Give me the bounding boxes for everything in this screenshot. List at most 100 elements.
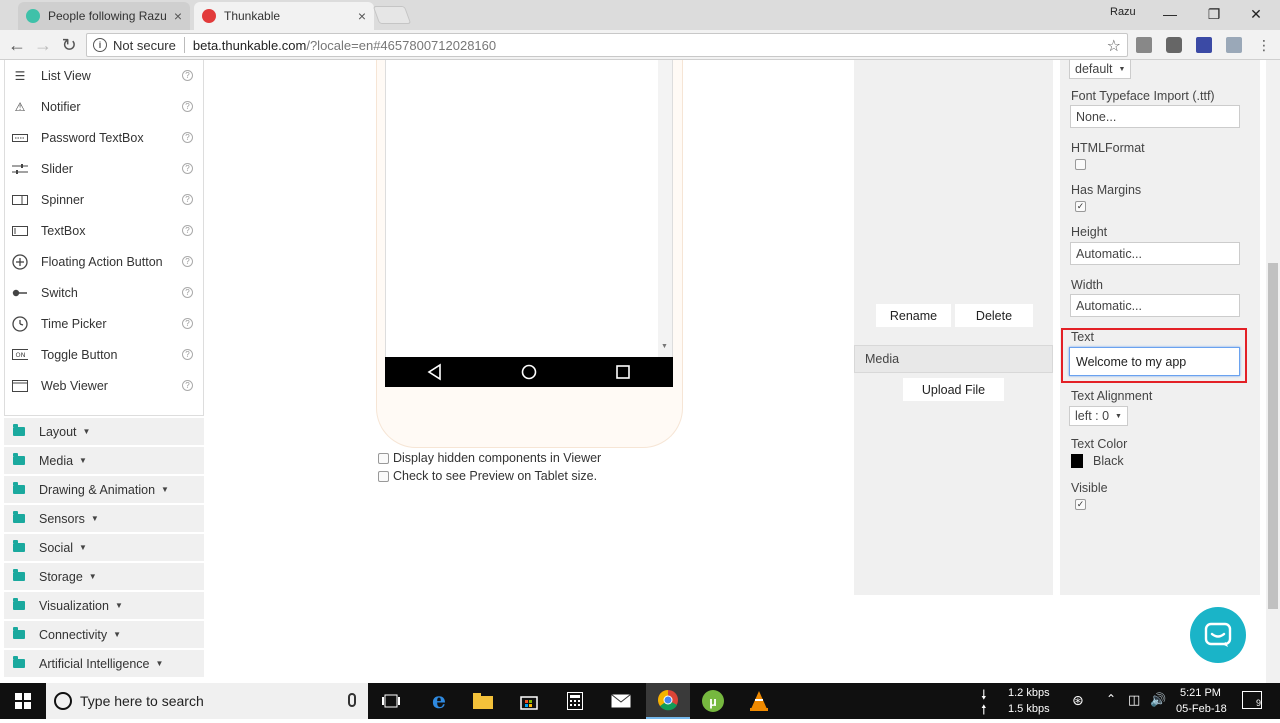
category-media[interactable]: Media ▼: [4, 447, 204, 475]
network-icon[interactable]: ◫: [1128, 692, 1140, 708]
palette-item-toggle-button[interactable]: ON Toggle Button ?: [5, 339, 203, 370]
palette-item-notifier[interactable]: ⚠ Notifier ?: [5, 91, 203, 122]
utorrent-icon[interactable]: µ: [696, 683, 730, 719]
bookmark-star-icon[interactable]: ☆: [1107, 36, 1121, 56]
calculator-icon[interactable]: [558, 683, 592, 719]
notification-count: 9: [1255, 698, 1261, 708]
profile-name[interactable]: Razu: [1110, 6, 1136, 18]
caret-down-icon: ▼: [161, 485, 169, 494]
help-icon[interactable]: ?: [182, 70, 193, 81]
category-artificial-intelligence[interactable]: Artificial Intelligence ▼: [4, 650, 204, 678]
page-scrollbar-thumb[interactable]: [1268, 263, 1278, 609]
help-icon[interactable]: ?: [182, 318, 193, 329]
chrome-taskbar-icon[interactable]: [646, 683, 690, 719]
tab-thunkable[interactable]: Thunkable ×: [194, 2, 374, 30]
html-format-checkbox[interactable]: [1075, 159, 1086, 170]
phone-screen[interactable]: [385, 60, 673, 357]
taskbar-search-box[interactable]: Type here to search: [46, 683, 368, 719]
help-icon[interactable]: ?: [182, 349, 193, 360]
rename-button[interactable]: Rename: [876, 304, 951, 327]
has-margins-checkbox[interactable]: ✓: [1075, 201, 1086, 212]
action-center-icon[interactable]: 9: [1242, 691, 1262, 709]
palette-item-floating-action-button[interactable]: Floating Action Button ?: [5, 246, 203, 277]
close-window-icon[interactable]: ✕: [1236, 0, 1276, 28]
clock-date[interactable]: 05-Feb-18: [1176, 703, 1227, 715]
category-visualization[interactable]: Visualization ▼: [4, 592, 204, 620]
store-bag-icon[interactable]: [512, 683, 546, 719]
palette-item-list-view[interactable]: ☰ List View ?: [5, 60, 203, 91]
category-drawing-animation[interactable]: Drawing & Animation ▼: [4, 476, 204, 504]
tablet-preview-option[interactable]: Check to see Preview on Tablet size.: [378, 469, 597, 483]
volume-icon[interactable]: 🔊: [1150, 692, 1166, 708]
font-size-select[interactable]: default ▼: [1069, 59, 1132, 79]
people-icon[interactable]: ⊛: [1072, 692, 1084, 709]
mail-icon[interactable]: [604, 683, 638, 719]
search-placeholder: Type here to search: [80, 693, 204, 709]
scroll-down-arrow-icon[interactable]: ▼: [661, 343, 668, 350]
restore-icon[interactable]: ❐: [1194, 0, 1234, 28]
help-icon[interactable]: ?: [182, 101, 193, 112]
category-sensors[interactable]: Sensors ▼: [4, 505, 204, 533]
visible-checkbox[interactable]: ✓: [1075, 499, 1086, 510]
clock-time[interactable]: 5:21 PM: [1180, 687, 1221, 699]
close-tab-icon[interactable]: ×: [174, 8, 182, 24]
delete-button[interactable]: Delete: [955, 304, 1033, 327]
chevron-up-icon[interactable]: ⌃: [1106, 692, 1116, 706]
category-layout[interactable]: Layout ▼: [4, 418, 204, 446]
vlc-icon[interactable]: [742, 683, 776, 719]
tab-people-following[interactable]: People following Razu Ah ×: [18, 2, 190, 30]
tablet-preview-checkbox[interactable]: [378, 470, 389, 482]
extension-tab-icon[interactable]: [1196, 37, 1212, 53]
palette-item-label: Toggle Button: [41, 347, 118, 362]
help-icon[interactable]: ?: [182, 225, 193, 236]
help-icon[interactable]: ?: [182, 194, 193, 205]
palette-item-spinner[interactable]: Spinner ?: [5, 184, 203, 215]
minimize-icon[interactable]: —: [1150, 0, 1190, 28]
screenshot-camera-icon[interactable]: [1166, 37, 1182, 53]
palette-item-switch[interactable]: Switch ?: [5, 277, 203, 308]
upload-file-button[interactable]: Upload File: [903, 378, 1004, 401]
extension-cube-icon[interactable]: [1136, 37, 1152, 53]
height-input[interactable]: Automatic...: [1070, 242, 1240, 265]
windows-start-icon[interactable]: [8, 683, 38, 719]
display-hidden-option[interactable]: Display hidden components in Viewer: [378, 451, 601, 465]
text-alignment-select[interactable]: left : 0 ▼: [1069, 406, 1128, 426]
edge-browser-icon[interactable]: e: [422, 683, 456, 719]
address-bar[interactable]: i Not secure beta.thunkable.com/?locale=…: [86, 33, 1128, 57]
palette-item-password-textbox[interactable]: Password TextBox ?: [5, 122, 203, 153]
close-tab-icon[interactable]: ×: [358, 8, 366, 24]
help-icon[interactable]: ?: [182, 256, 193, 267]
net-down-speed: 1.2 kbps: [1008, 687, 1050, 699]
switch-icon: [12, 285, 28, 301]
help-icon[interactable]: ?: [182, 380, 193, 391]
extension-tb-icon[interactable]: [1226, 37, 1242, 53]
palette-item-web-viewer[interactable]: Web Viewer ?: [5, 370, 203, 401]
category-storage[interactable]: Storage ▼: [4, 563, 204, 591]
task-view-icon[interactable]: [374, 683, 408, 719]
reload-icon[interactable]: ↻: [58, 34, 80, 56]
microphone-icon[interactable]: [348, 693, 356, 707]
font-typeface-input[interactable]: None...: [1070, 105, 1240, 128]
palette-item-time-picker[interactable]: Time Picker ?: [5, 308, 203, 339]
screen-scrollbar[interactable]: [658, 60, 672, 357]
info-icon[interactable]: i: [93, 38, 107, 52]
menu-dots-icon[interactable]: ⋮: [1256, 37, 1272, 53]
palette-item-textbox[interactable]: TextBox ?: [5, 215, 203, 246]
help-icon[interactable]: ?: [182, 287, 193, 298]
help-icon[interactable]: ?: [182, 132, 193, 143]
new-tab-button[interactable]: [372, 6, 412, 24]
chat-launcher-button[interactable]: [1190, 607, 1246, 663]
text-color-picker[interactable]: Black: [1071, 454, 1124, 468]
hidden-components-checkbox[interactable]: [378, 452, 389, 464]
palette-item-slider[interactable]: Slider ?: [5, 153, 203, 184]
back-arrow-icon[interactable]: ←: [6, 34, 28, 56]
security-status[interactable]: Not secure: [113, 38, 176, 53]
category-social[interactable]: Social ▼: [4, 534, 204, 562]
home-circle-icon: [521, 364, 537, 380]
caret-down-icon: ▼: [90, 514, 99, 523]
help-icon[interactable]: ?: [182, 163, 193, 174]
width-input[interactable]: Automatic...: [1070, 294, 1240, 317]
category-connectivity[interactable]: Connectivity ▼: [4, 621, 204, 649]
forward-arrow-icon[interactable]: →: [32, 34, 54, 56]
file-explorer-icon[interactable]: [466, 683, 500, 719]
